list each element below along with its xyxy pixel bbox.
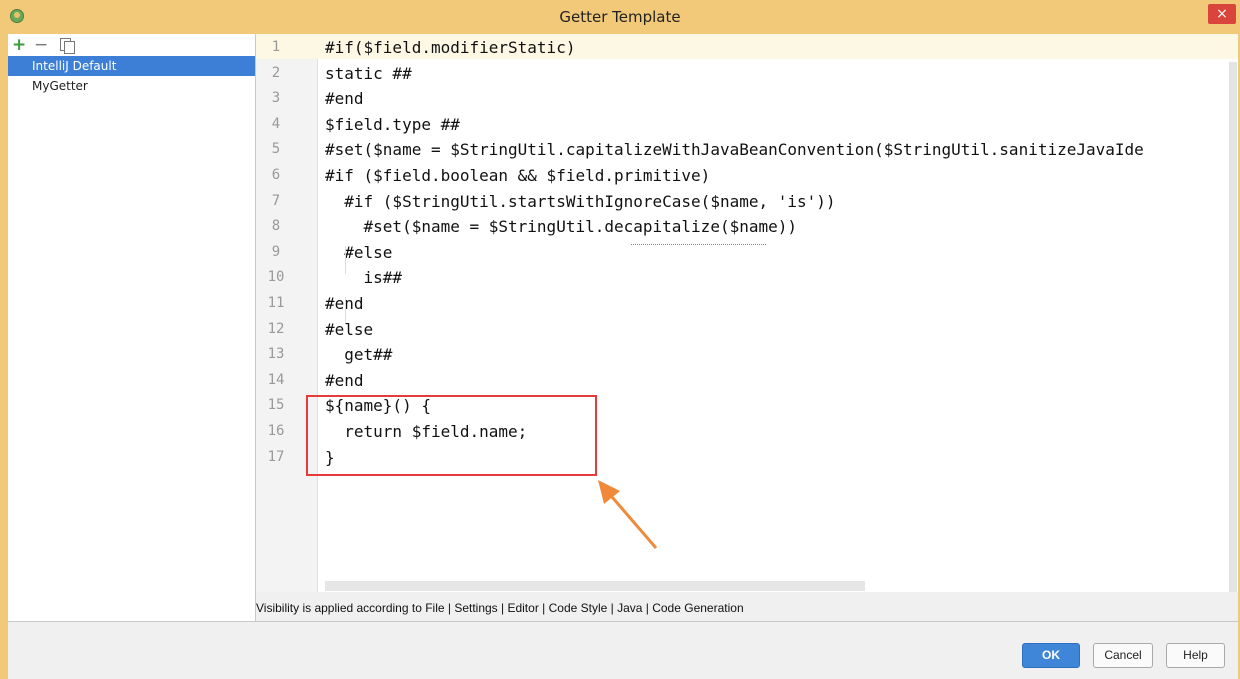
line-number: 15 bbox=[267, 397, 285, 414]
line-number: 2 bbox=[271, 64, 281, 81]
copy-template-icon[interactable] bbox=[60, 38, 75, 54]
annotation-arrow-icon bbox=[598, 480, 658, 549]
line-number: 5 bbox=[271, 141, 281, 158]
horizontal-scrollbar[interactable] bbox=[325, 581, 865, 591]
code-line: 11#end bbox=[256, 291, 1238, 317]
code-line: 10 is## bbox=[256, 265, 1238, 291]
code-text: static ## bbox=[325, 63, 412, 83]
line-number: 17 bbox=[267, 448, 285, 465]
add-template-icon[interactable]: + bbox=[12, 34, 26, 56]
template-code-editor[interactable]: 1 #if($field.modifierStatic) 2 static ## 3 #e… bbox=[256, 34, 1238, 592]
code-text: is## bbox=[325, 268, 403, 288]
code-text: #end bbox=[325, 370, 364, 390]
code-text: #set($name = $StringUtil.decapitalize($n… bbox=[325, 217, 798, 237]
close-button[interactable]: × bbox=[1208, 4, 1236, 24]
code-text: #else bbox=[325, 319, 374, 339]
divider bbox=[8, 621, 1238, 622]
code-text: #else bbox=[325, 242, 393, 262]
code-text: get## bbox=[325, 345, 393, 365]
window-frame-left bbox=[0, 34, 8, 679]
code-line: 12 #else bbox=[256, 317, 1238, 343]
remove-template-icon[interactable]: − bbox=[34, 34, 48, 56]
template-item-mygetter[interactable]: MyGetter bbox=[8, 76, 255, 96]
code-line: 6 #if ($field.boolean && $field.primitive… bbox=[256, 163, 1238, 189]
line-number: 11 bbox=[267, 295, 285, 311]
visibility-info-text: Visibility is applied according to File … bbox=[256, 601, 744, 615]
line-number: 7 bbox=[271, 192, 281, 209]
code-text: $field.type ## bbox=[325, 114, 460, 134]
code-line: 4 $field.type ## bbox=[256, 112, 1238, 138]
line-number: 8 bbox=[271, 218, 281, 235]
code-line: 13 get## bbox=[256, 342, 1238, 368]
code-text: #if($field.modifierStatic) bbox=[325, 38, 576, 57]
line-number: 3 bbox=[271, 90, 281, 107]
line-number: 9 bbox=[271, 243, 281, 260]
line-number: 16 bbox=[267, 423, 285, 439]
line-number: 14 bbox=[267, 371, 285, 388]
template-item-intellij-default[interactable]: IntelliJ Default bbox=[8, 56, 255, 76]
code-line: 7 #if ($StringUtil.startsWithIgnoreCase(… bbox=[256, 189, 1238, 215]
indent-guide bbox=[345, 297, 346, 323]
title-bar: Getter Template × bbox=[0, 0, 1240, 35]
line-number: 12 bbox=[267, 320, 285, 337]
spelling-underline bbox=[631, 243, 766, 245]
code-line: 2 static ## bbox=[256, 61, 1238, 87]
line-number: 1 bbox=[271, 39, 281, 55]
cancel-button[interactable]: Cancel bbox=[1093, 643, 1153, 668]
line-number: 6 bbox=[271, 167, 281, 183]
code-text: #set($name = $StringUtil.capitalizeWithJ… bbox=[325, 140, 1144, 160]
vertical-scrollbar[interactable] bbox=[1229, 62, 1237, 592]
code-line: 5 #set($name = $StringUtil.capitalizeWith… bbox=[256, 137, 1238, 163]
template-list-panel: + − IntelliJ Default MyGetter bbox=[8, 34, 256, 621]
code-line: 1 #if($field.modifierStatic) bbox=[256, 35, 1238, 61]
line-number: 10 bbox=[267, 269, 285, 286]
line-number: 4 bbox=[271, 115, 281, 132]
window-title: Getter Template bbox=[559, 8, 681, 26]
ok-button[interactable]: OK bbox=[1022, 643, 1080, 668]
code-line: 3 #end bbox=[256, 86, 1238, 112]
indent-guide bbox=[345, 246, 346, 274]
code-line: 8 #set($name = $StringUtil.decapitalize(… bbox=[256, 214, 1238, 240]
help-button[interactable]: Help bbox=[1166, 643, 1225, 668]
line-number: 13 bbox=[267, 346, 285, 363]
code-text: #end bbox=[325, 89, 364, 109]
code-text: #if ($StringUtil.startsWithIgnoreCase($n… bbox=[325, 191, 836, 211]
code-line: 14 #end bbox=[256, 368, 1238, 394]
code-text: #if ($field.boolean && $field.primitive) bbox=[325, 166, 711, 185]
template-toolbar: + − bbox=[8, 34, 255, 56]
annotation-highlight-box bbox=[306, 395, 597, 476]
